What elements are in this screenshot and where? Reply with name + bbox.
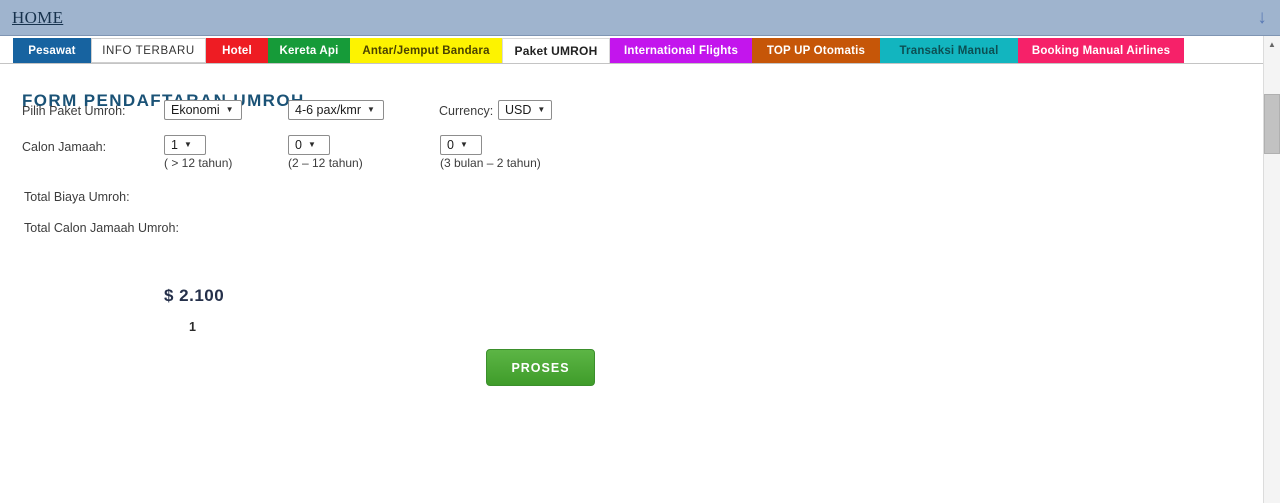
tab-info-terbaru[interactable]: INFO TERBARU [91, 38, 206, 63]
chevron-down-icon: ▼ [537, 105, 546, 114]
infant-count-select[interactable]: 0 ▼ [440, 135, 482, 155]
adult-count-value: 1 [171, 138, 178, 152]
room-occupancy-value: 4-6 pax/kmr [295, 103, 361, 117]
tab-international-flights[interactable]: International Flights [610, 38, 752, 63]
currency-value: USD [505, 103, 532, 117]
home-link[interactable]: HOME [12, 8, 63, 28]
tab-strip-container: Pesawat INFO TERBARU Hotel Kereta Api An… [0, 36, 1263, 64]
chevron-down-icon: ▼ [225, 105, 234, 114]
total-jamaah-value: 1 [189, 320, 196, 334]
tab-transaksi-manual[interactable]: Transaksi Manual [880, 38, 1018, 63]
child-count-select[interactable]: 0 ▼ [288, 135, 330, 155]
total-jamaah-label: Total Calon Jamaah Umroh: [24, 221, 179, 235]
paket-umroh-label: Pilih Paket Umroh: [22, 104, 126, 118]
currency-select[interactable]: USD ▼ [498, 100, 552, 120]
room-occupancy-select[interactable]: 4-6 pax/kmr ▼ [288, 100, 384, 120]
chevron-down-icon: ▼ [367, 105, 375, 114]
child-count-value: 0 [295, 138, 302, 152]
tab-kereta-api[interactable]: Kereta Api [268, 38, 350, 63]
calon-jamaah-label: Calon Jamaah: [22, 140, 107, 154]
total-biaya-value: $ 2.100 [164, 286, 225, 305]
tab-strip: Pesawat INFO TERBARU Hotel Kereta Api An… [13, 38, 1184, 63]
paket-umroh-select[interactable]: Ekonomi ▼ [164, 100, 242, 120]
total-biaya-label: Total Biaya Umroh: [24, 190, 130, 204]
vertical-scrollbar[interactable]: ▲ [1263, 36, 1280, 503]
chevron-down-icon: ▼ [183, 140, 192, 149]
child-age-hint: (2 – 12 tahun) [288, 156, 363, 170]
scrollbar-thumb[interactable] [1264, 94, 1280, 154]
adult-count-select[interactable]: 1 ▼ [164, 135, 206, 155]
arrow-down-icon[interactable]: ↓ [1254, 7, 1270, 29]
top-header-bar: HOME ↓ [0, 0, 1280, 36]
infant-age-hint: (3 bulan – 2 tahun) [440, 156, 541, 170]
currency-label: Currency: [439, 104, 494, 118]
paket-umroh-value: Ekonomi [171, 103, 220, 117]
tab-booking-manual-airlines[interactable]: Booking Manual Airlines [1018, 38, 1184, 63]
tab-antar-jemput-bandara[interactable]: Antar/Jemput Bandara [350, 38, 502, 63]
chevron-down-icon: ▼ [459, 140, 468, 149]
infant-count-value: 0 [447, 138, 454, 152]
chevron-down-icon: ▼ [307, 140, 316, 149]
triangle-up-icon[interactable]: ▲ [1264, 36, 1280, 53]
adult-age-hint: ( > 12 tahun) [164, 156, 233, 170]
tab-pesawat[interactable]: Pesawat [13, 38, 91, 63]
umroh-form-panel: FORM PENDAFTARAN UMROH Pilih Paket Umroh… [0, 64, 1263, 503]
proses-button[interactable]: PROSES [486, 349, 595, 386]
tab-hotel[interactable]: Hotel [206, 38, 268, 63]
tab-top-up-otomatis[interactable]: TOP UP Otomatis [752, 38, 880, 63]
tab-paket-umroh[interactable]: Paket UMROH [502, 38, 610, 63]
